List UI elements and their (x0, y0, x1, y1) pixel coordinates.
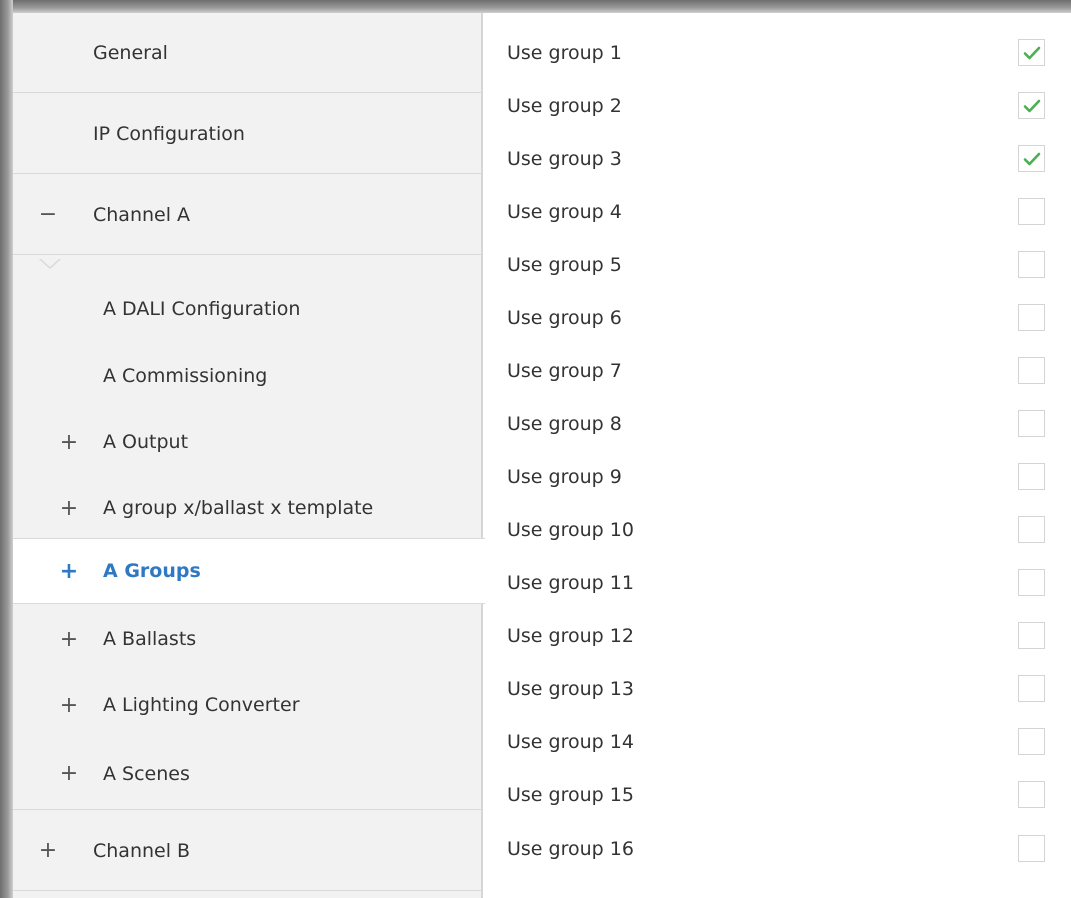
use-group-checkbox[interactable] (1018, 835, 1045, 862)
group-label: Use group 12 (507, 624, 634, 647)
sidebar-item-a-scenes[interactable]: + A Scenes (13, 738, 481, 810)
group-row: Use group 9 (485, 450, 1071, 503)
group-row: Use group 10 (485, 503, 1071, 556)
sidebar-item-label: A DALI Configuration (103, 298, 301, 320)
group-label: Use group 16 (507, 837, 634, 860)
sidebar-item-a-output[interactable]: + A Output (13, 409, 481, 475)
plus-icon[interactable]: + (59, 496, 79, 521)
plus-icon[interactable]: + (59, 559, 79, 584)
sidebar: General IP Configuration − Channel A A D… (13, 13, 485, 898)
group-label: Use group 8 (507, 412, 622, 435)
sidebar-item-a-commissioning[interactable]: A Commissioning (13, 343, 481, 409)
sidebar-item-ip-configuration[interactable]: IP Configuration (13, 94, 481, 174)
group-label: Use group 14 (507, 730, 634, 753)
group-row: Use group 11 (485, 556, 1071, 609)
plus-icon[interactable]: + (59, 627, 79, 652)
sidebar-item-label: A Lighting Converter (103, 694, 300, 716)
group-label: Use group 10 (507, 518, 634, 541)
sidebar-item-label: A group x/ballast x template (103, 497, 374, 519)
use-group-checkbox[interactable] (1018, 781, 1045, 808)
use-group-checkbox[interactable] (1018, 622, 1045, 649)
sidebar-item-channel-b[interactable]: + Channel B (13, 811, 481, 891)
use-group-checkbox[interactable] (1018, 675, 1045, 702)
group-label: Use group 15 (507, 783, 634, 806)
plus-icon[interactable]: + (38, 838, 58, 863)
sidebar-item-label: A Output (103, 431, 189, 453)
sidebar-item-label: A Groups (103, 560, 201, 582)
use-group-checkbox[interactable] (1018, 569, 1045, 596)
plus-icon[interactable]: + (59, 430, 79, 455)
groups-panel: Use group 1 Use group 2 Use group 3 Use gro… (485, 13, 1071, 898)
use-group-checkbox[interactable] (1018, 92, 1045, 119)
sidebar-item-label: General (93, 41, 168, 64)
group-row: Use group 6 (485, 291, 1071, 344)
sidebar-item-a-groups[interactable]: + A Groups (13, 538, 485, 604)
group-label: Use group 6 (507, 306, 622, 329)
sidebar-item-channel-a[interactable]: − Channel A (13, 175, 481, 255)
group-row: Use group 2 (485, 79, 1071, 132)
group-row: Use group 1 (485, 26, 1071, 79)
sidebar-item-label: Channel B (93, 839, 191, 862)
group-label: Use group 7 (507, 359, 622, 382)
group-row: Use group 15 (485, 768, 1071, 821)
group-row: Use group 8 (485, 397, 1071, 450)
window-border (0, 0, 13, 898)
use-group-checkbox[interactable] (1018, 198, 1045, 225)
sidebar-item-label: Channel A (93, 203, 191, 226)
app-window: General IP Configuration − Channel A A D… (0, 0, 1071, 898)
use-group-checkbox[interactable] (1018, 410, 1045, 437)
group-row: Use group 7 (485, 344, 1071, 397)
group-label: Use group 5 (507, 253, 622, 276)
group-label: Use group 11 (507, 571, 634, 594)
group-label: Use group 3 (507, 147, 622, 170)
group-label: Use group 13 (507, 677, 634, 700)
group-label: Use group 1 (507, 41, 622, 64)
group-label: Use group 9 (507, 465, 622, 488)
sidebar-item-general[interactable]: General (13, 13, 481, 93)
use-group-checkbox[interactable] (1018, 728, 1045, 755)
sidebar-item-a-ballasts[interactable]: + A Ballasts (13, 606, 481, 672)
sidebar-item-a-lighting-converter[interactable]: + A Lighting Converter (13, 672, 481, 738)
use-group-checkbox[interactable] (1018, 145, 1045, 172)
use-group-checkbox[interactable] (1018, 251, 1045, 278)
sidebar-item-a-dali-configuration[interactable]: A DALI Configuration (13, 276, 481, 342)
sidebar-item-a-group-ballast-template[interactable]: + A group x/ballast x template (13, 475, 481, 541)
group-row: Use group 12 (485, 609, 1071, 662)
plus-icon[interactable]: + (59, 761, 79, 786)
sidebar-item-label: A Scenes (103, 762, 190, 785)
checkmark-icon (1023, 46, 1040, 59)
use-group-checkbox[interactable] (1018, 357, 1045, 384)
group-row: Use group 4 (485, 185, 1071, 238)
use-group-checkbox[interactable] (1018, 463, 1045, 490)
group-row: Use group 3 (485, 132, 1071, 185)
checkmark-icon (1023, 99, 1040, 112)
group-row: Use group 14 (485, 715, 1071, 768)
group-label: Use group 2 (507, 94, 622, 117)
sidebar-item-label: A Commissioning (103, 365, 268, 387)
checkmark-icon (1023, 152, 1040, 165)
group-row: Use group 13 (485, 662, 1071, 715)
plus-icon[interactable]: + (59, 693, 79, 718)
use-group-checkbox[interactable] (1018, 39, 1045, 66)
expanded-indicator-notch (39, 258, 61, 269)
group-row: Use group 16 (485, 822, 1071, 875)
group-row: Use group 5 (485, 238, 1071, 291)
minus-icon[interactable]: − (38, 202, 58, 227)
use-group-checkbox[interactable] (1018, 304, 1045, 331)
group-label: Use group 4 (507, 200, 622, 223)
use-group-checkbox[interactable] (1018, 516, 1045, 543)
sidebar-item-label: A Ballasts (103, 628, 197, 650)
sidebar-item-label: IP Configuration (93, 122, 245, 145)
